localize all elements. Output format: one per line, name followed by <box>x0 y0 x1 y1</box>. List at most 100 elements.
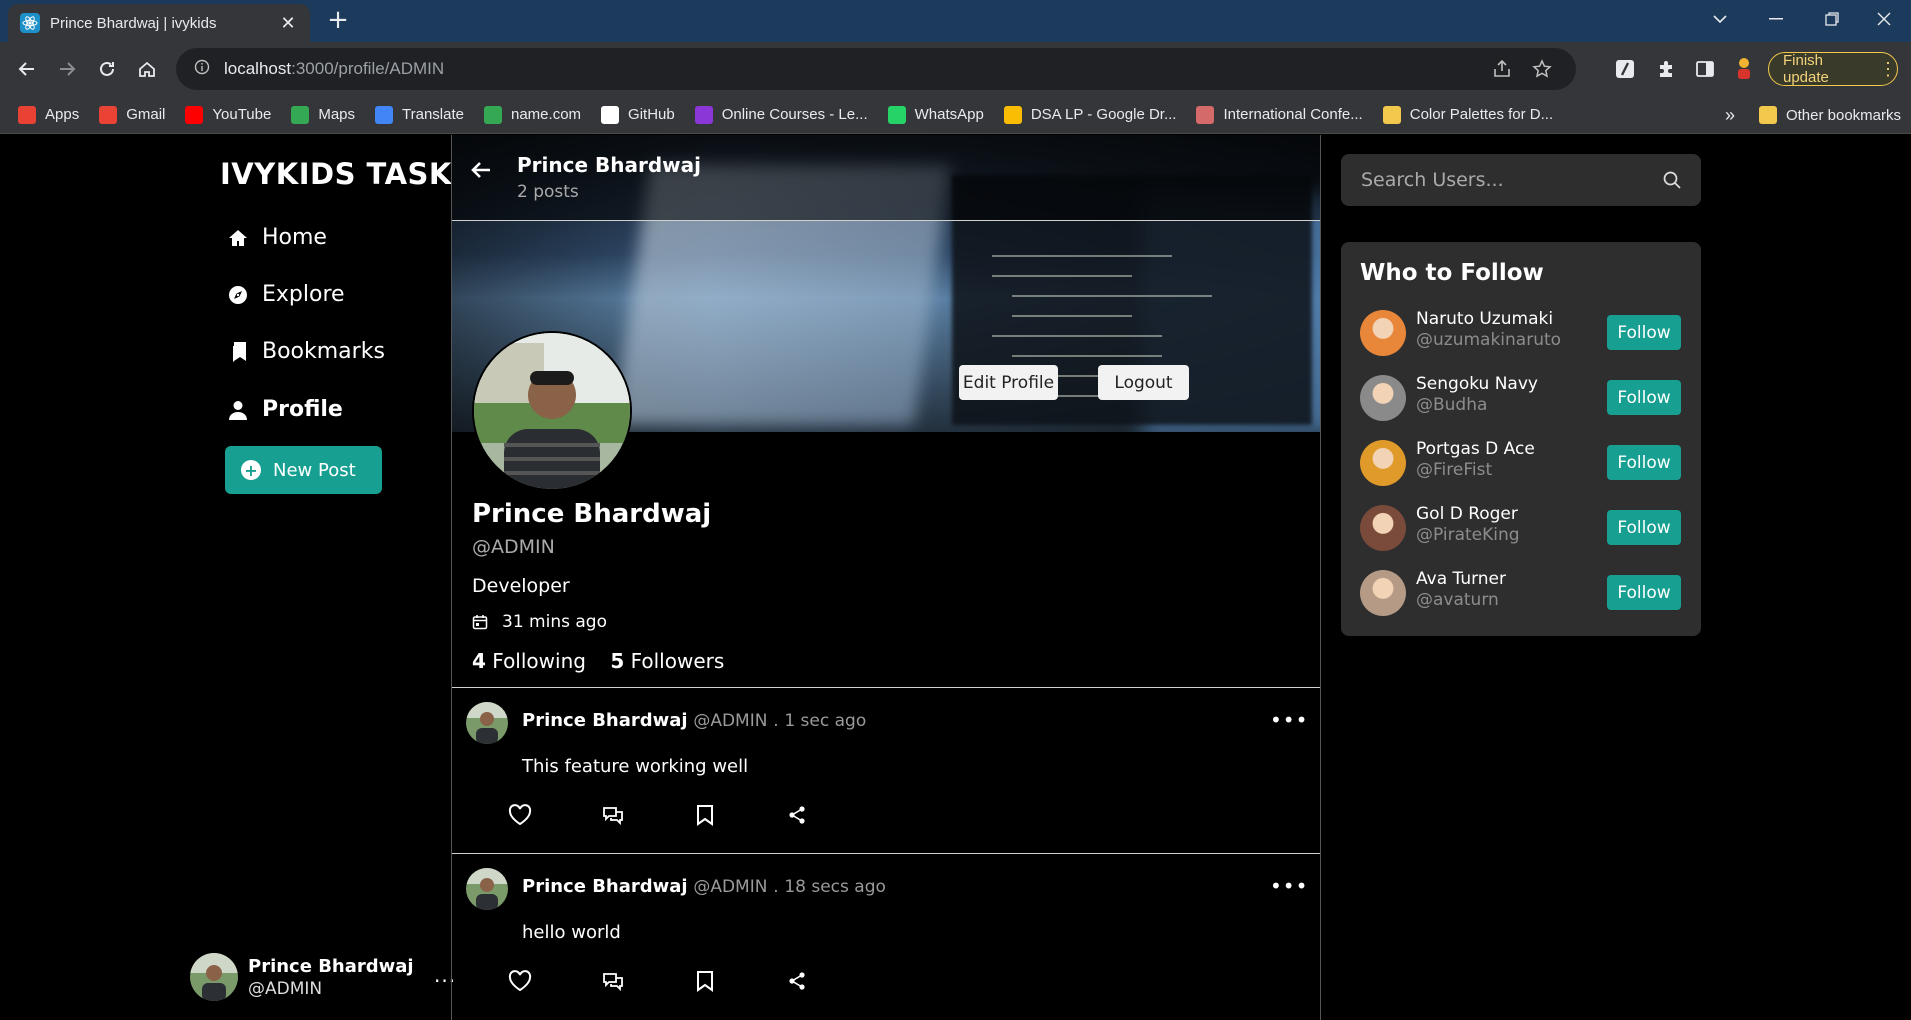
suggested-user-name[interactable]: Portgas D Ace <box>1416 439 1535 459</box>
follow-button[interactable]: Follow <box>1607 575 1681 610</box>
follow-button[interactable]: Follow <box>1607 315 1681 350</box>
follow-button[interactable]: Follow <box>1607 380 1681 415</box>
nav-item-label: Bookmarks <box>262 339 385 364</box>
comment-icon[interactable] <box>600 802 626 828</box>
bookmark-label: Online Courses - Le... <box>721 106 868 123</box>
post-author-name[interactable]: Prince Bhardwaj <box>522 710 688 731</box>
suggested-user-avatar[interactable] <box>1360 570 1406 616</box>
back-arrow-icon[interactable] <box>470 159 492 185</box>
suggested-user-avatar[interactable] <box>1360 310 1406 356</box>
profile-avatar[interactable] <box>472 331 632 491</box>
bookmark-item[interactable]: WhatsApp <box>887 105 984 124</box>
bookmark-label: WhatsApp <box>914 106 984 123</box>
new-post-button[interactable]: + New Post <box>225 446 382 494</box>
profile-handle: @ADMIN <box>472 536 555 558</box>
extensions-puzzle-icon[interactable] <box>1651 54 1681 84</box>
follow-button[interactable]: Follow <box>1607 510 1681 545</box>
suggested-user-name[interactable]: Naruto Uzumaki <box>1416 309 1553 329</box>
finish-update-button[interactable]: Finish update ⋮ <box>1768 52 1898 86</box>
suggested-user-name[interactable]: Gol D Roger <box>1416 504 1518 524</box>
logout-button[interactable]: Logout <box>1098 365 1189 400</box>
nav-item-bookmarks[interactable]: Bookmarks <box>228 339 385 364</box>
bookmark-item[interactable]: YouTube <box>185 105 271 124</box>
bookmark-star-icon[interactable] <box>1532 59 1552 83</box>
follow-suggestion-row[interactable]: Ava Turner @avaturn Follow <box>1360 568 1685 618</box>
bookmark-item[interactable]: Maps <box>291 105 355 124</box>
close-window-icon[interactable] <box>1856 0 1911 38</box>
new-tab-button[interactable]: + <box>324 6 352 34</box>
bookmark-item[interactable]: Apps <box>18 105 79 124</box>
bookmark-item[interactable]: International Confe... <box>1196 105 1363 124</box>
follow-suggestion-row[interactable]: Naruto Uzumaki @uzumakinaruto Follow <box>1360 308 1685 358</box>
other-bookmarks[interactable]: Other bookmarks <box>1758 106 1901 124</box>
post-author-avatar[interactable] <box>466 868 508 910</box>
search-users-input[interactable]: Search Users... <box>1341 154 1701 206</box>
current-user-card[interactable]: Prince Bhardwaj @ADMIN ... <box>190 953 455 1001</box>
address-bar[interactable]: localhost:3000/profile/ADMIN <box>176 48 1576 90</box>
post-card[interactable]: Prince Bhardwaj @ADMIN . 18 secs ago •••… <box>452 853 1320 1019</box>
home-browser-icon[interactable] <box>130 52 164 86</box>
suggested-user-avatar[interactable] <box>1360 505 1406 551</box>
extension-slash-icon[interactable] <box>1610 54 1640 84</box>
bookmark-item[interactable]: GitHub <box>601 105 675 124</box>
bookmark-item[interactable]: Translate <box>375 105 464 124</box>
post-author-name[interactable]: Prince Bhardwaj <box>522 876 688 897</box>
followers-link[interactable]: 5 Followers <box>610 649 724 673</box>
brand-logo[interactable]: IVYKIDS TASK <box>220 157 452 191</box>
minimize-icon[interactable] <box>1748 0 1804 38</box>
share-icon[interactable] <box>1492 59 1512 83</box>
bookmark-label: International Confe... <box>1223 106 1363 123</box>
suggested-user-name[interactable]: Ava Turner <box>1416 569 1506 589</box>
suggested-user-avatar[interactable] <box>1360 440 1406 486</box>
post-options-icon[interactable]: ••• <box>1270 874 1308 898</box>
calendar-icon <box>472 615 488 630</box>
nav-item-profile[interactable]: Profile <box>228 397 343 422</box>
following-link[interactable]: 4 Following <box>472 649 586 673</box>
nav-item-home[interactable]: Home <box>228 225 327 250</box>
share-icon[interactable] <box>784 968 810 994</box>
nav-item-explore[interactable]: Explore <box>228 282 345 307</box>
tab-close-icon[interactable]: ✕ <box>278 13 298 34</box>
bookmark-icon[interactable] <box>692 968 718 994</box>
follow-suggestion-row[interactable]: Portgas D Ace @FireFist Follow <box>1360 438 1685 488</box>
post-options-icon[interactable]: ••• <box>1270 708 1308 732</box>
post-time: 18 secs ago <box>784 877 886 897</box>
palette-icon <box>1382 105 1401 124</box>
url-text[interactable]: localhost:3000/profile/ADMIN <box>224 59 444 79</box>
youtube-icon <box>185 105 204 124</box>
bookmark-item[interactable]: Color Palettes for D... <box>1382 105 1553 124</box>
like-heart-icon[interactable] <box>507 968 533 994</box>
restore-icon[interactable] <box>1804 0 1860 38</box>
suggested-user-avatar[interactable] <box>1360 375 1406 421</box>
suggested-user-name[interactable]: Sengoku Navy <box>1416 374 1538 394</box>
drive-icon <box>1003 105 1022 124</box>
post-card[interactable]: Prince Bhardwaj @ADMIN . 1 sec ago ••• T… <box>452 687 1320 853</box>
follow-button[interactable]: Follow <box>1607 445 1681 480</box>
bookmark-label: GitHub <box>628 106 675 123</box>
like-heart-icon[interactable] <box>507 802 533 828</box>
edit-profile-button[interactable]: Edit Profile <box>959 365 1058 400</box>
browser-tab[interactable]: Prince Bhardwaj | ivykids ✕ <box>8 4 310 42</box>
suggested-user-handle: @Budha <box>1416 395 1488 415</box>
bookmark-item[interactable]: Online Courses - Le... <box>694 105 868 124</box>
site-info-icon[interactable] <box>194 59 210 79</box>
bookmark-icon[interactable] <box>692 802 718 828</box>
bookmark-item[interactable]: name.com <box>484 105 581 124</box>
left-sidebar: IVYKIDS TASK Home Explore Bookmarks Prof… <box>180 135 455 1020</box>
kebab-menu-icon: ⋮ <box>1879 58 1897 79</box>
bookmarks-overflow-chevron[interactable]: » <box>1725 105 1735 126</box>
tab-search-chevron-icon[interactable] <box>1692 0 1748 38</box>
post-author-avatar[interactable] <box>466 702 508 744</box>
search-icon[interactable] <box>1663 171 1681 189</box>
forward-arrow-icon[interactable] <box>50 52 84 86</box>
back-arrow-icon[interactable] <box>10 52 44 86</box>
profile-avatar-icon[interactable] <box>1729 54 1759 84</box>
share-icon[interactable] <box>784 802 810 828</box>
bookmark-item[interactable]: Gmail <box>99 105 165 124</box>
side-panel-icon[interactable] <box>1690 54 1720 84</box>
bookmark-item[interactable]: DSA LP - Google Dr... <box>1003 105 1176 124</box>
comment-icon[interactable] <box>600 968 626 994</box>
follow-suggestion-row[interactable]: Sengoku Navy @Budha Follow <box>1360 373 1685 423</box>
reload-icon[interactable] <box>90 52 124 86</box>
follow-suggestion-row[interactable]: Gol D Roger @PirateKing Follow <box>1360 503 1685 553</box>
